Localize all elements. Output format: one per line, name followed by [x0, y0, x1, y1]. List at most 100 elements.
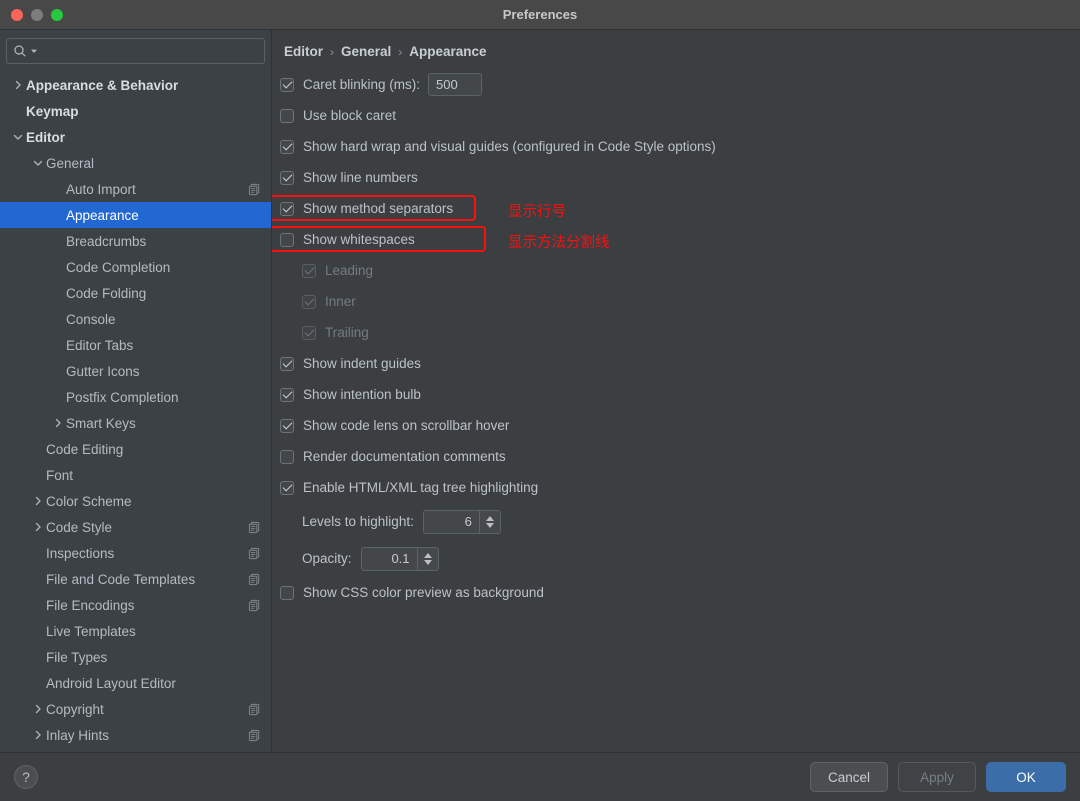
checkbox-show-whitespaces[interactable] [280, 232, 294, 247]
checkbox-enable-html-xml-tag-tree-highlighting[interactable] [280, 480, 294, 495]
checkbox-show-line-numbers[interactable] [280, 170, 294, 185]
close-button[interactable] [11, 8, 23, 21]
spinner-buttons[interactable] [478, 510, 500, 533]
chevron-down-icon[interactable] [30, 47, 38, 55]
cancel-button[interactable]: Cancel [810, 762, 888, 792]
sidebar-item-postfix-completion[interactable]: Postfix Completion [0, 384, 271, 410]
sidebar-item-android-layout-editor[interactable]: Android Layout Editor [0, 670, 271, 696]
levels-to-highlight-spinner[interactable]: 6 [422, 509, 501, 534]
sidebar-item-label: Breadcrumbs [66, 233, 147, 249]
checkbox-label: Show intention bulb [303, 387, 421, 402]
settings-tree[interactable]: Appearance & Behavior Keymap Editor General… [0, 70, 271, 752]
spinner-value[interactable]: 0.1 [362, 548, 417, 570]
checkbox-show-indent-guides[interactable] [280, 356, 294, 371]
copy-settings-icon[interactable] [248, 547, 261, 560]
search-box[interactable] [6, 38, 265, 64]
chevron-right-icon[interactable] [30, 704, 46, 714]
sidebar-item-code-completion[interactable]: Code Completion [0, 254, 271, 280]
copy-settings-icon[interactable] [248, 599, 261, 612]
window-title: Preferences [502, 7, 578, 22]
sidebar-item-general[interactable]: General [0, 150, 271, 176]
annotation-text-show-line-numbers: 显示行号 [508, 204, 566, 220]
checkbox-show-method-separators[interactable] [280, 201, 294, 216]
spinner-buttons[interactable] [416, 547, 438, 570]
help-button[interactable]: ? [14, 765, 38, 789]
chevron-down-icon[interactable] [30, 158, 46, 168]
spinner-down-icon[interactable] [485, 522, 494, 528]
minimize-button[interactable] [31, 8, 43, 21]
copy-settings-icon[interactable] [248, 183, 261, 196]
sidebar-item-editor-tabs[interactable]: Editor Tabs [0, 332, 271, 358]
apply-button[interactable]: Apply [898, 762, 976, 792]
sidebar-item-editor[interactable]: Editor [0, 124, 271, 150]
option-row-leading: Leading [280, 255, 1080, 286]
spinner-up-icon[interactable] [485, 515, 494, 521]
copy-settings-icon[interactable] [248, 521, 261, 534]
chevron-right-icon[interactable] [30, 730, 46, 740]
chevron-right-icon[interactable] [10, 80, 26, 90]
chevron-right-icon[interactable] [30, 496, 46, 506]
copy-settings-icon[interactable] [248, 573, 261, 586]
copy-settings-icon[interactable] [248, 729, 261, 742]
sidebar-item-label: Code Style [46, 519, 113, 535]
chevron-right-icon[interactable] [50, 418, 66, 428]
spinner-down-icon[interactable] [423, 559, 432, 565]
checkbox-caret-blinking-ms[interactable] [280, 77, 294, 92]
breadcrumb-item-general[interactable]: General [341, 44, 391, 59]
sidebar-item-code-folding[interactable]: Code Folding [0, 280, 271, 306]
checkbox-render-documentation-comments[interactable] [280, 449, 294, 464]
sidebar-item-label: Editor Tabs [66, 337, 134, 353]
checkbox-show-intention-bulb[interactable] [280, 387, 294, 402]
copy-settings-icon[interactable] [248, 703, 261, 716]
caret-blinking-input[interactable]: 500 [428, 73, 483, 96]
breadcrumb-separator: › [330, 44, 334, 59]
checkbox-inner [302, 294, 316, 309]
sidebar-item-breadcrumbs[interactable]: Breadcrumbs [0, 228, 271, 254]
sidebar-item-gutter-icons[interactable]: Gutter Icons [0, 358, 271, 384]
sidebar-item-file-types[interactable]: File Types [0, 644, 271, 670]
sidebar-item-label: Postfix Completion [66, 389, 179, 405]
spinner-up-icon[interactable] [423, 552, 432, 558]
checkbox-leading [302, 263, 316, 278]
spinner-value[interactable]: 6 [424, 511, 479, 533]
annotation-text-show-method-separators: 显示方法分割线 [508, 235, 610, 251]
sidebar-item-console[interactable]: Console [0, 306, 271, 332]
sidebar-item-keymap[interactable]: Keymap [0, 98, 271, 124]
sidebar-item-file-and-code-templates[interactable]: File and Code Templates [0, 566, 271, 592]
opacity-spinner[interactable]: 0.1 [360, 546, 439, 571]
sidebar-item-smart-keys[interactable]: Smart Keys [0, 410, 271, 436]
search-input[interactable] [40, 44, 258, 58]
sidebar-item-inspections[interactable]: Inspections [0, 540, 271, 566]
sidebar-item-font[interactable]: Font [0, 462, 271, 488]
sidebar-item-inlay-hints[interactable]: Inlay Hints [0, 722, 271, 748]
checkbox-use-block-caret[interactable] [280, 108, 294, 123]
ok-button[interactable]: OK [986, 762, 1066, 792]
checkbox-show-css-color-preview-as-background[interactable] [280, 585, 294, 600]
zoom-button[interactable] [51, 8, 63, 21]
sidebar-item-label: Color Scheme [46, 493, 132, 509]
sidebar-item-label: Gutter Icons [66, 363, 140, 379]
checkbox-label: Leading [325, 263, 374, 278]
sidebar-item-auto-import[interactable]: Auto Import [0, 176, 271, 202]
sidebar-item-label: Inspections [46, 545, 115, 561]
chevron-right-icon[interactable] [30, 522, 46, 532]
sidebar-item-appearance-behavior[interactable]: Appearance & Behavior [0, 72, 271, 98]
sidebar-item-live-templates[interactable]: Live Templates [0, 618, 271, 644]
sidebar-item-file-encodings[interactable]: File Encodings [0, 592, 271, 618]
breadcrumb-separator: › [398, 44, 403, 59]
option-row-show-whitespaces: Show whitespaces [280, 224, 1080, 255]
sidebar-item-color-scheme[interactable]: Color Scheme [0, 488, 271, 514]
checkbox-show-hard-wrap-and-visual-guides-configured-in-code-style-options[interactable] [280, 139, 294, 154]
breadcrumb-item-appearance[interactable]: Appearance [409, 44, 486, 59]
chevron-down-icon[interactable] [10, 132, 26, 142]
sidebar-item-appearance[interactable]: Appearance [0, 202, 271, 228]
option-row-show-css-color-preview-as-background: Show CSS color preview as background [280, 577, 1080, 608]
checkbox-label: Show hard wrap and visual guides (config… [303, 139, 716, 154]
checkbox-show-code-lens-on-scrollbar-hover[interactable] [280, 418, 294, 433]
sidebar-item-code-style[interactable]: Code Style [0, 514, 271, 540]
checkbox-label: Show code lens on scrollbar hover [303, 418, 510, 433]
option-row-enable-html-xml-tag-tree-highlighting: Enable HTML/XML tag tree highlighting [280, 472, 1080, 503]
sidebar-item-copyright[interactable]: Copyright [0, 696, 271, 722]
breadcrumb-item-editor[interactable]: Editor [284, 44, 323, 59]
sidebar-item-code-editing[interactable]: Code Editing [0, 436, 271, 462]
